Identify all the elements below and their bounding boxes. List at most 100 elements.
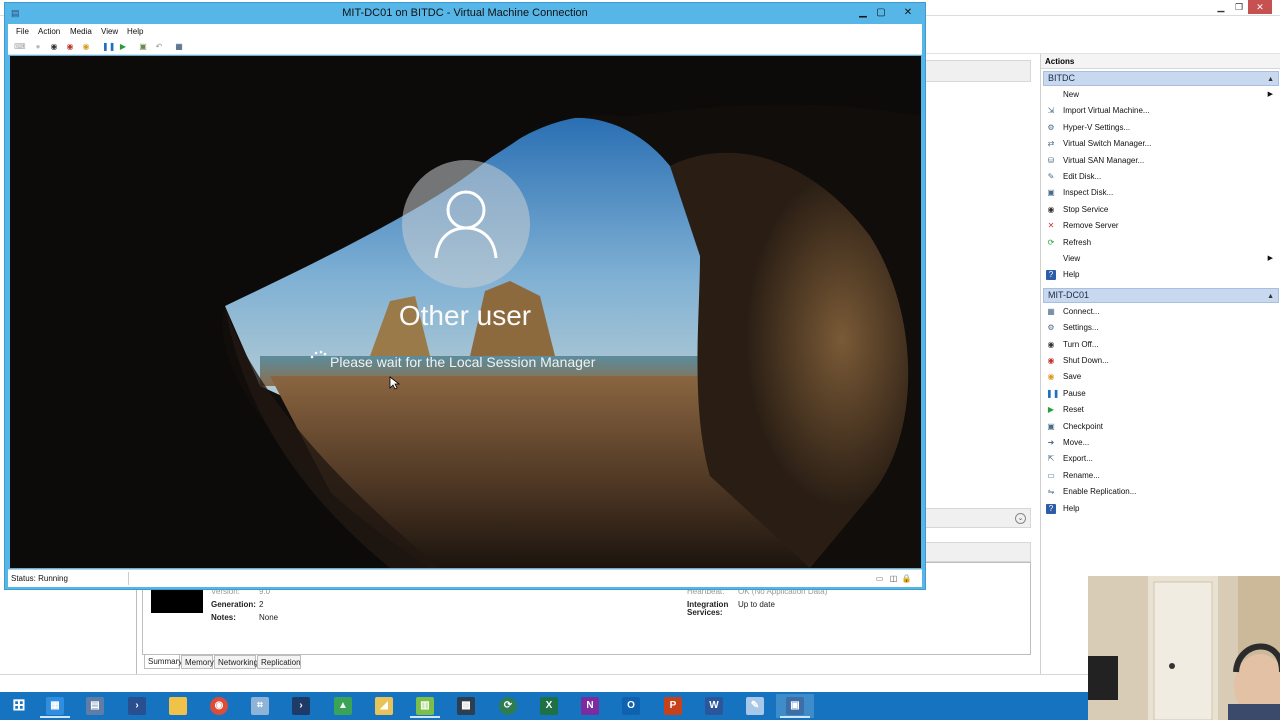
save-icon[interactable]: ◉	[81, 42, 91, 52]
menu-action[interactable]: Action	[38, 24, 60, 39]
taskbar-server-manager[interactable]: ▤	[76, 694, 114, 718]
action-item[interactable]: ➜ Move...	[1043, 435, 1279, 451]
powershell-icon: ›	[128, 697, 146, 715]
stop-icon: ◉	[1047, 204, 1055, 214]
close-button[interactable]: ✕	[897, 5, 919, 20]
taskbar-pen-app[interactable]: ✎	[736, 694, 774, 718]
tab-networking[interactable]: Networking	[214, 655, 258, 669]
action-item[interactable]: ◉ Turn Off...	[1043, 337, 1279, 353]
action-item[interactable]: ◉ Shut Down...	[1043, 353, 1279, 369]
vm-thumbnail[interactable]	[151, 589, 203, 613]
action-item[interactable]: View ▶	[1043, 251, 1279, 267]
taskbar-qr-app[interactable]: ▩	[447, 694, 485, 718]
submenu-arrow-icon: ▶	[1267, 91, 1273, 98]
collapse-icon[interactable]: ⌄	[1015, 513, 1026, 524]
revert-icon[interactable]: ↶	[154, 42, 164, 52]
action-item[interactable]: ⟳ Refresh	[1043, 235, 1279, 251]
window-title: MIT-DC01 on BITDC - Virtual Machine Conn…	[342, 7, 588, 19]
maximize-button[interactable]: ▢	[873, 5, 889, 20]
action-item-label: Hyper-V Settings...	[1063, 122, 1131, 132]
virtual-machines-pane-header	[925, 60, 1031, 82]
actions-group-header[interactable]: MIT-DC01 ▲	[1043, 287, 1279, 303]
action-item[interactable]: ✎ Edit Disk...	[1043, 169, 1279, 185]
action-item[interactable]: ▣ Checkpoint	[1043, 419, 1279, 435]
taskbar-hyper-v-manager[interactable]: ▦	[36, 694, 74, 718]
taskbar: ⊞ ▦ ▤ › ◉ ⌗ › ▲ ◢ ▥ ▩ ⟳ X N O P W ✎ ▣	[0, 692, 1088, 720]
collapse-icon[interactable]: ▲	[1267, 73, 1274, 86]
vm-connection-icon: ▣	[786, 697, 804, 715]
action-item-label: Enable Replication...	[1063, 487, 1137, 497]
ctrl-alt-del-icon[interactable]: ⌨	[14, 42, 26, 52]
action-item[interactable]: ◉ Save	[1043, 369, 1279, 385]
move-icon: ➜	[1047, 438, 1055, 447]
taskbar-file-explorer[interactable]	[159, 694, 197, 718]
taskbar-powershell[interactable]: ›	[118, 694, 156, 718]
action-item-label: Checkpoint	[1063, 421, 1104, 431]
tab-memory[interactable]: Memory	[181, 655, 214, 669]
menu-view[interactable]: View	[101, 24, 118, 39]
taskbar-outlook[interactable]: O	[612, 694, 650, 718]
action-item[interactable]: ▭ Rename...	[1043, 468, 1279, 484]
generation-label: Generation:	[211, 600, 256, 609]
action-item[interactable]: ⚙ Hyper-V Settings...	[1043, 120, 1279, 136]
connect-icon: ▦	[1047, 306, 1055, 316]
start-icon[interactable]: ●	[33, 42, 43, 52]
powershell-ise-icon: ›	[292, 697, 310, 715]
tab-replication[interactable]: Replication	[257, 655, 301, 669]
turn-off-icon[interactable]: ◉	[49, 42, 59, 52]
pause-icon[interactable]: ❚❚	[102, 42, 115, 52]
action-item-label: Connect...	[1063, 306, 1100, 316]
menu-help[interactable]: Help	[127, 24, 143, 39]
minimize-button[interactable]: ▁	[1212, 0, 1230, 14]
action-item[interactable]: ◉ Stop Service	[1043, 202, 1279, 218]
shutdown-icon: ◉	[1047, 356, 1055, 365]
action-item[interactable]: ⇄ Virtual Switch Manager...	[1043, 136, 1279, 152]
vm-screen[interactable]: Other user Please wait for the Local Ses…	[10, 56, 921, 568]
action-item[interactable]: ⇲ Import Virtual Machine...	[1043, 103, 1279, 119]
action-item[interactable]: ▦ Connect...	[1043, 304, 1279, 320]
menu-file[interactable]: File	[16, 24, 29, 39]
reset-icon[interactable]: ▶	[118, 42, 128, 52]
sync-icon: ⟳	[499, 697, 517, 715]
action-item[interactable]: ❚❚ Pause	[1043, 386, 1279, 402]
action-item[interactable]: ▣ Inspect Disk...	[1043, 185, 1279, 201]
action-item[interactable]: ✕ Remove Server	[1043, 218, 1279, 234]
action-item[interactable]: ? Help	[1043, 267, 1279, 283]
taskbar-powerpoint[interactable]: P	[654, 694, 692, 718]
generation-value: 2	[259, 600, 264, 609]
taskbar-network[interactable]: ⌗	[241, 694, 279, 718]
tab-summary[interactable]: Summary	[144, 655, 182, 669]
enhanced-session-icon[interactable]: ▦	[174, 42, 184, 52]
action-item[interactable]: ⇋ Enable Replication...	[1043, 484, 1279, 500]
action-item[interactable]: ⇱ Export...	[1043, 451, 1279, 467]
taskbar-folder[interactable]: ◢	[365, 694, 403, 718]
close-button[interactable]: ✕	[1248, 0, 1272, 14]
save-icon: ◉	[1047, 372, 1055, 382]
details-pane-header	[925, 542, 1031, 562]
action-item[interactable]: ? Help	[1043, 501, 1279, 517]
taskbar-word[interactable]: W	[695, 694, 733, 718]
menu-media[interactable]: Media	[70, 24, 92, 39]
taskbar-notepad[interactable]: ▥	[406, 694, 444, 718]
taskbar-app-sheet[interactable]: ▲	[324, 694, 362, 718]
taskbar-chrome[interactable]: ◉	[200, 694, 238, 718]
minimize-button[interactable]: ▁	[855, 5, 871, 20]
actions-group-header[interactable]: BITDC ▲	[1043, 71, 1279, 86]
taskbar-excel[interactable]: X	[530, 694, 568, 718]
start-button[interactable]: ⊞	[0, 694, 38, 718]
user-icon	[434, 190, 498, 259]
taskbar-powershell-ise[interactable]: ›	[282, 694, 320, 718]
action-item[interactable]: New ▶	[1043, 87, 1279, 103]
action-item[interactable]: ▶ Reset	[1043, 402, 1279, 418]
restore-button[interactable]: ❐	[1230, 0, 1248, 14]
taskbar-vm-connection[interactable]: ▣	[776, 694, 814, 718]
action-item[interactable]: ⚙ Settings...	[1043, 320, 1279, 336]
lock-icon: 🔒	[901, 574, 912, 583]
checkpoint-icon[interactable]: ▣	[138, 42, 148, 52]
taskbar-onenote[interactable]: N	[571, 694, 609, 718]
taskbar-sync-app[interactable]: ⟳	[489, 694, 527, 718]
shutdown-icon[interactable]: ◉	[65, 42, 75, 52]
collapse-icon[interactable]: ▲	[1267, 290, 1274, 303]
action-item[interactable]: ⛁ Virtual SAN Manager...	[1043, 153, 1279, 169]
action-item-label: Help	[1063, 503, 1080, 513]
